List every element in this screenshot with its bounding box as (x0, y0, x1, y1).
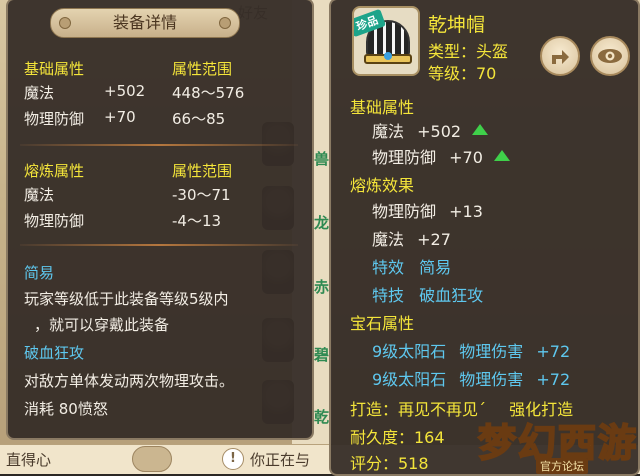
base-attr-row: 魔法 +502 (372, 118, 489, 142)
special-skill-desc: 对敌方单体发动两次物理攻击。 (24, 372, 235, 390)
refine-attr-name: 魔法 (24, 186, 55, 204)
up-arrow-icon (493, 150, 510, 161)
special-effect-row: 特效 简易 (372, 254, 451, 278)
background-name: 赤 (314, 278, 330, 296)
refine-row: 魔法 +27 (372, 226, 451, 250)
background-name: 碧 (314, 346, 330, 364)
special-effect-desc: 玩家等级低于此装备等级5级内 (24, 290, 229, 308)
base-attr-value: +70 (449, 148, 483, 167)
item-hat-icon[interactable]: 珍品 (352, 6, 420, 76)
share-icon (552, 50, 569, 64)
base-attr-value: +502 (417, 122, 462, 141)
refine-attr-name: 物理防御 (24, 212, 85, 230)
background-name: 龙 (314, 214, 330, 232)
chat-text-right: 你正在与 (250, 451, 311, 469)
notice-icon[interactable]: ! (222, 448, 244, 470)
background-name: 兽 (314, 150, 330, 168)
section-divider (20, 144, 298, 146)
gem-value: +72 (536, 370, 571, 389)
refine-row: 物理防御 +13 (372, 198, 483, 222)
gem-row: 9级太阳石 物理伤害 +72 (372, 366, 570, 390)
refine-value: +13 (449, 202, 483, 221)
gem-stat: 物理伤害 (459, 342, 524, 361)
base-attr-value: +502 (104, 82, 146, 100)
base-attr-name: 魔法 (24, 84, 55, 102)
gem-value: +72 (536, 342, 571, 361)
refine-name: 魔法 (372, 230, 405, 249)
game-logo: 梦幻西游 官方论坛 (477, 412, 638, 474)
refine-value: +27 (417, 230, 451, 249)
section-divider (20, 244, 298, 246)
equipment-detail-panel: 装备详情 基础属性 属性范围 魔法 +502 448～576 物理防御 +70 … (6, 0, 314, 440)
refine-attr-range: -4～13 (172, 212, 222, 230)
special-effect-value: 简易 (419, 258, 452, 277)
special-effect-desc: ，就可以穿戴此装备 (34, 316, 170, 334)
refine-name: 物理防御 (372, 202, 437, 221)
chat-button[interactable] (132, 446, 172, 472)
refine-effect-heading: 熔炼效果 (350, 176, 415, 195)
refine-attr-heading: 熔炼属性 (24, 162, 85, 180)
gem-stat: 物理伤害 (459, 370, 524, 389)
background-name: 乾 (314, 408, 330, 426)
up-arrow-icon (472, 124, 489, 135)
refine-attr-range: -30～71 (172, 186, 231, 204)
special-skill-label: 特技 (372, 286, 405, 305)
share-button[interactable] (540, 36, 580, 76)
base-attr-range: 66～85 (172, 110, 226, 128)
special-effect-label: 特效 (372, 258, 405, 277)
special-effect-name: 简易 (24, 264, 55, 282)
base-attr-name: 魔法 (372, 122, 405, 141)
base-attr-row: 物理防御 +70 (372, 144, 510, 168)
base-attr-range: 448～576 (172, 84, 245, 102)
maker-name: 打造：再见不再见ˊ (350, 400, 487, 419)
base-attr-name: 物理防御 (24, 110, 85, 128)
item-level: 等级：70 (428, 64, 497, 83)
base-attr-value: +70 (104, 108, 136, 126)
hat-gem (384, 52, 392, 60)
logo-subtitle: 官方论坛 (536, 458, 588, 474)
item-name: 乾坤帽 (428, 14, 486, 36)
gem-attr-heading: 宝石属性 (350, 314, 415, 333)
base-range-heading: 属性范围 (172, 60, 233, 78)
item-type: 类型：头盔 (428, 42, 509, 61)
gem-name: 9级太阳石 (372, 342, 447, 361)
score: 评分：518 (350, 454, 429, 473)
special-skill-name: 破血狂攻 (24, 344, 85, 362)
panel-title: 装备详情 (50, 8, 240, 38)
base-attr-heading: 基础属性 (350, 98, 415, 117)
gem-name: 9级太阳石 (372, 370, 447, 389)
base-attr-name: 物理防御 (372, 148, 437, 167)
base-attr-heading: 基础属性 (24, 60, 85, 78)
special-skill-value: 破血狂攻 (419, 286, 484, 305)
special-skill-cost: 消耗 80愤怒 (24, 400, 108, 418)
refine-range-heading: 属性范围 (172, 162, 233, 180)
view-button[interactable] (590, 36, 630, 76)
gem-row: 9级太阳石 物理伤害 +72 (372, 338, 570, 362)
chat-text-left: 直得心 (6, 451, 52, 469)
eye-icon (598, 49, 622, 63)
special-skill-row: 特技 破血狂攻 (372, 282, 483, 306)
durability: 耐久度：164 (350, 428, 445, 447)
